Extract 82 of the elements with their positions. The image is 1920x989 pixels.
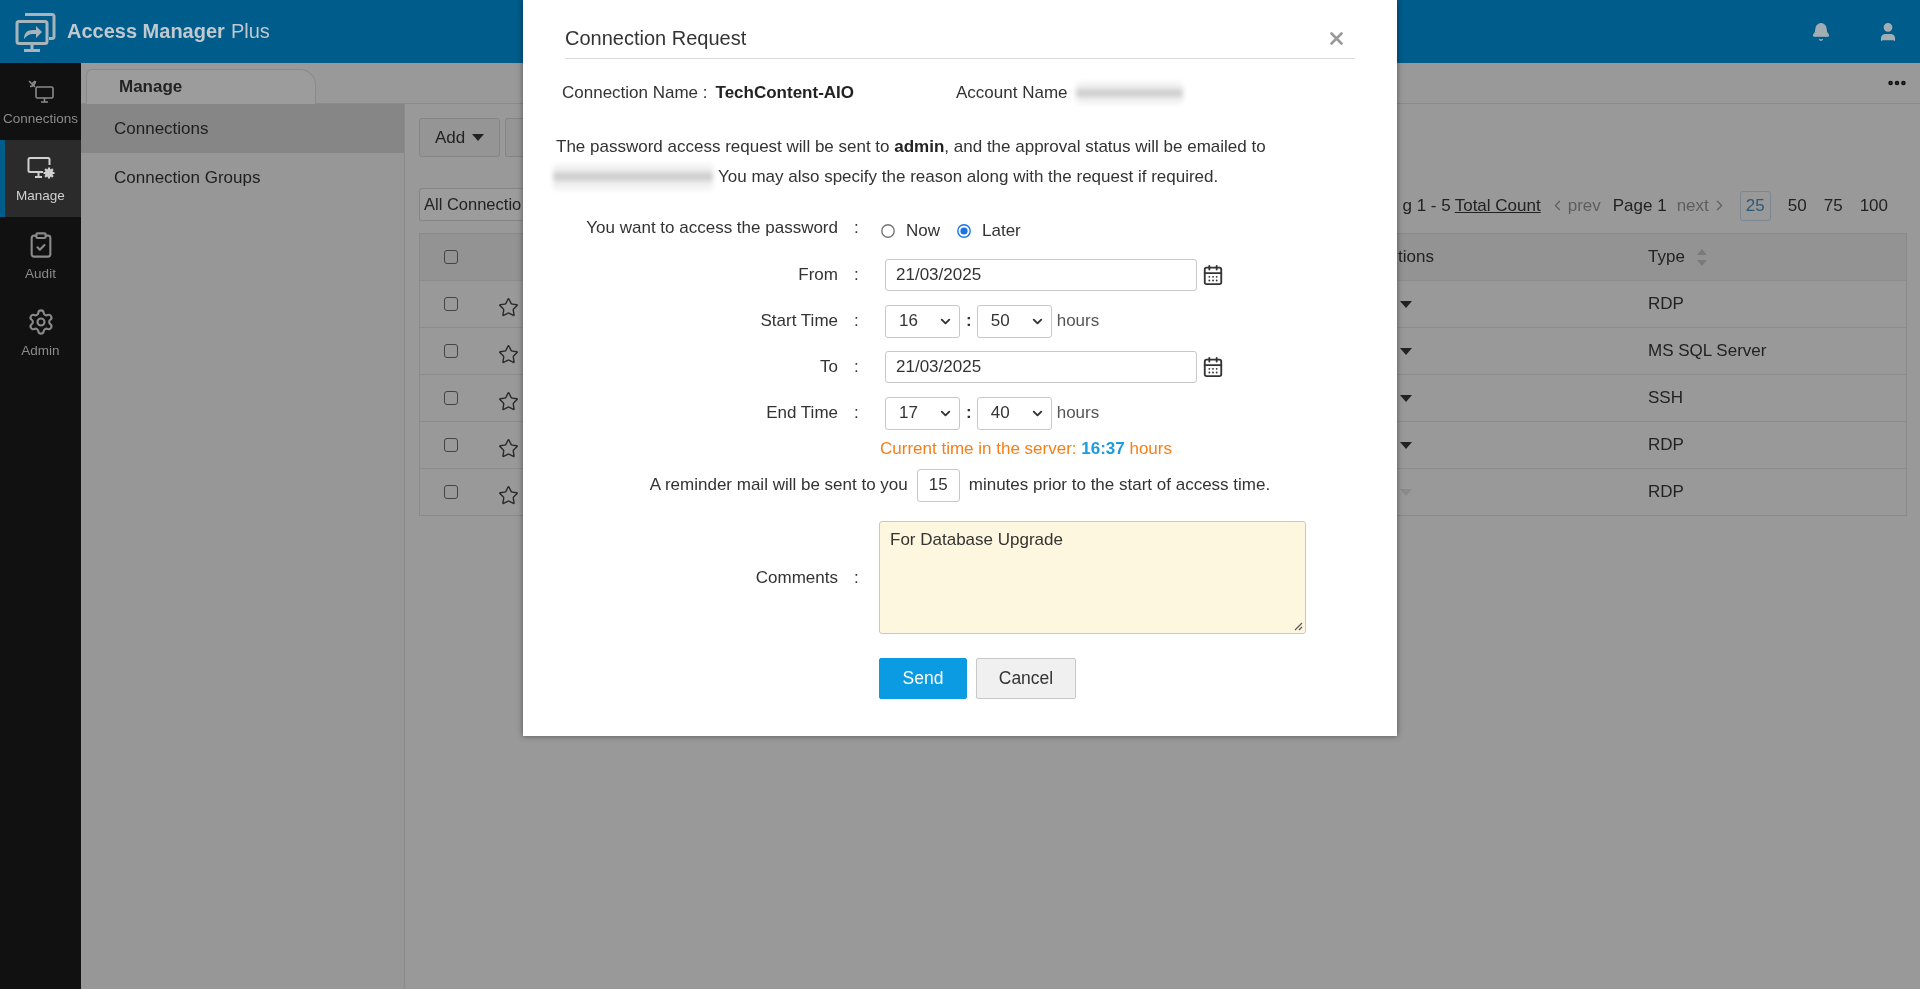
sidebar-item[interactable]: Connections <box>81 104 404 153</box>
app-title: Access Manager <box>67 20 225 43</box>
server-time-text: Current time in the server: 16:37 hours <box>880 438 1172 460</box>
unit-text: hours <box>1056 311 1100 331</box>
date-field[interactable]: 21/03/2025 <box>885 351 1197 383</box>
table-cell: SSH <box>1648 388 1683 408</box>
table-cell: MS SQL Server <box>1648 341 1767 361</box>
nav-item[interactable]: Manage <box>0 140 81 217</box>
close-icon[interactable] <box>1330 32 1343 45</box>
gear-icon <box>26 307 55 336</box>
minute-select[interactable]: 40 <box>976 396 1052 430</box>
field-label: Connection Name : <box>562 83 708 103</box>
field-label: You want to access the password <box>586 218 838 238</box>
table-cell: RDP <box>1648 482 1684 502</box>
reminder-text: A reminder mail will be sent to you <box>649 475 908 495</box>
add-button[interactable]: Add <box>419 118 500 157</box>
field-label: Start Time <box>760 311 838 331</box>
checkbox[interactable] <box>444 391 458 405</box>
table-cell: RDP <box>1648 435 1684 455</box>
field-label: Account Name <box>956 83 1068 103</box>
separator-text: : <box>966 403 972 423</box>
separator-text: : <box>966 311 972 331</box>
unit-text: hours <box>1056 403 1100 423</box>
bell-icon[interactable] <box>1811 21 1831 42</box>
reminder-text: minutes prior to the start of access time. <box>968 475 1271 495</box>
comments-field[interactable]: For Database Upgrade <box>879 521 1306 634</box>
sidebar-item[interactable]: Connection Groups <box>81 153 404 202</box>
colon-text: : <box>854 218 859 238</box>
colon-text: : <box>854 311 859 331</box>
logo-icon <box>15 11 56 52</box>
radio-button[interactable] <box>957 224 971 238</box>
table-cell: RDP <box>1648 294 1684 314</box>
range-text: g 1 - 5 <box>1402 195 1451 216</box>
radio-label: Later <box>982 221 1021 241</box>
column-header[interactable]: tions <box>1398 247 1434 267</box>
column-header[interactable]: Type <box>1648 247 1685 267</box>
send-button[interactable]: Send <box>879 658 967 699</box>
page-size-option[interactable]: 50 <box>1787 190 1807 221</box>
radio-label: Now <box>906 221 940 241</box>
notice-text: The password access request will be sent to admin, and the approval status will be emailed to <box>556 136 1266 158</box>
nav-item[interactable]: Connections <box>0 63 81 140</box>
hour-select[interactable]: 17 <box>885 396 960 430</box>
checkbox[interactable] <box>444 344 458 358</box>
monitor-icon <box>26 77 55 104</box>
tab[interactable]: Manage <box>86 69 316 104</box>
calendar-icon[interactable] <box>1202 264 1224 286</box>
nav-item[interactable]: Audit <box>0 217 81 294</box>
filter-select[interactable]: All Connectio <box>419 188 525 221</box>
page-text: Page 1 <box>1612 195 1667 216</box>
field-label: Comments <box>755 567 838 588</box>
colon-text: : <box>854 265 859 285</box>
colon-text: : <box>854 567 859 588</box>
minutes-field[interactable]: 15 <box>916 468 960 502</box>
page-size-option[interactable]: 75 <box>1823 190 1843 221</box>
star-icon[interactable] <box>497 437 519 459</box>
colon-text: : <box>854 403 859 423</box>
checkbox[interactable] <box>444 297 458 311</box>
field-label: End Time <box>766 403 838 423</box>
page-size-option[interactable]: 100 <box>1859 190 1888 221</box>
app-edition: Plus <box>230 20 270 43</box>
nav-item[interactable]: Admin <box>0 294 81 371</box>
field-label: To <box>820 357 838 377</box>
caret-icon <box>472 134 485 141</box>
date-field[interactable]: 21/03/2025 <box>885 259 1197 291</box>
star-icon[interactable] <box>497 296 519 318</box>
monitor-gear-icon <box>25 154 56 181</box>
cancel-button[interactable]: Cancel <box>976 658 1076 699</box>
minute-select[interactable]: 50 <box>976 304 1052 338</box>
field-label: From <box>798 265 838 285</box>
total-count-link[interactable]: Total Count <box>1454 195 1541 216</box>
radio-button[interactable] <box>881 224 895 238</box>
colon-text: : <box>854 357 859 377</box>
notice-text: You may also specify the reason along with the request if required. <box>718 167 1219 187</box>
dialog-title: Connection Request <box>565 27 747 50</box>
star-icon[interactable] <box>497 343 519 365</box>
hour-select[interactable]: 16 <box>885 304 960 338</box>
checkbox[interactable] <box>444 438 458 452</box>
star-icon[interactable] <box>497 390 519 412</box>
connection-name: TechContent-AIO <box>715 83 855 103</box>
resize-grip-icon[interactable] <box>1294 622 1303 631</box>
calendar-icon[interactable] <box>1202 356 1224 378</box>
checkbox[interactable] <box>444 250 458 264</box>
